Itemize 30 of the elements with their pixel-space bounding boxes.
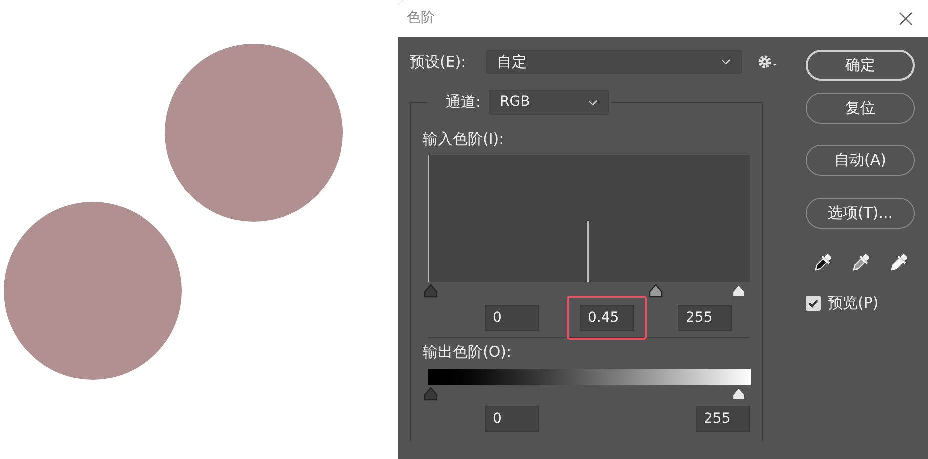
dialog-button[interactable]: 确定	[806, 50, 915, 81]
level-field[interactable]: 0	[485, 406, 539, 432]
level-field[interactable]: 255	[696, 406, 750, 432]
slider-handle[interactable]	[732, 284, 746, 298]
chevron-icon	[721, 59, 731, 65]
input-levels-label: 输入色阶(I):	[423, 129, 506, 149]
slider-handle[interactable]	[648, 284, 663, 298]
channel-label: 通道:	[444, 92, 482, 114]
dialog-button[interactable]: 选项(T)...	[806, 198, 915, 229]
eyedropper-icon[interactable]	[850, 252, 872, 274]
preset-dropdown[interactable]: 自定	[486, 50, 742, 74]
level-field[interactable]: 255	[678, 305, 732, 331]
gear-icon[interactable]	[758, 55, 780, 69]
slider-handle[interactable]	[732, 387, 746, 401]
level-field[interactable]: 0.45	[580, 305, 634, 331]
eyedropper-icon[interactable]	[888, 252, 910, 274]
slider-handle[interactable]	[424, 284, 438, 298]
channel-dropdown[interactable]: RGB	[489, 90, 609, 115]
level-field[interactable]: 0	[485, 305, 539, 331]
preview-label: 预览(P)	[828, 293, 879, 314]
window-title: 色阶	[407, 9, 435, 28]
preset-label: 预设(E):	[410, 52, 468, 73]
output-levels-label: 输出色阶(O):	[423, 342, 513, 362]
eyedropper-icon[interactable]	[812, 252, 834, 274]
chevron-icon	[588, 100, 598, 106]
close-button[interactable]	[898, 10, 914, 26]
dialog-button[interactable]: 复位	[806, 93, 915, 124]
slider-handle[interactable]	[424, 387, 438, 401]
preview-checkbox[interactable]	[806, 296, 821, 311]
dialog-button[interactable]: 自动(A)	[806, 145, 915, 176]
